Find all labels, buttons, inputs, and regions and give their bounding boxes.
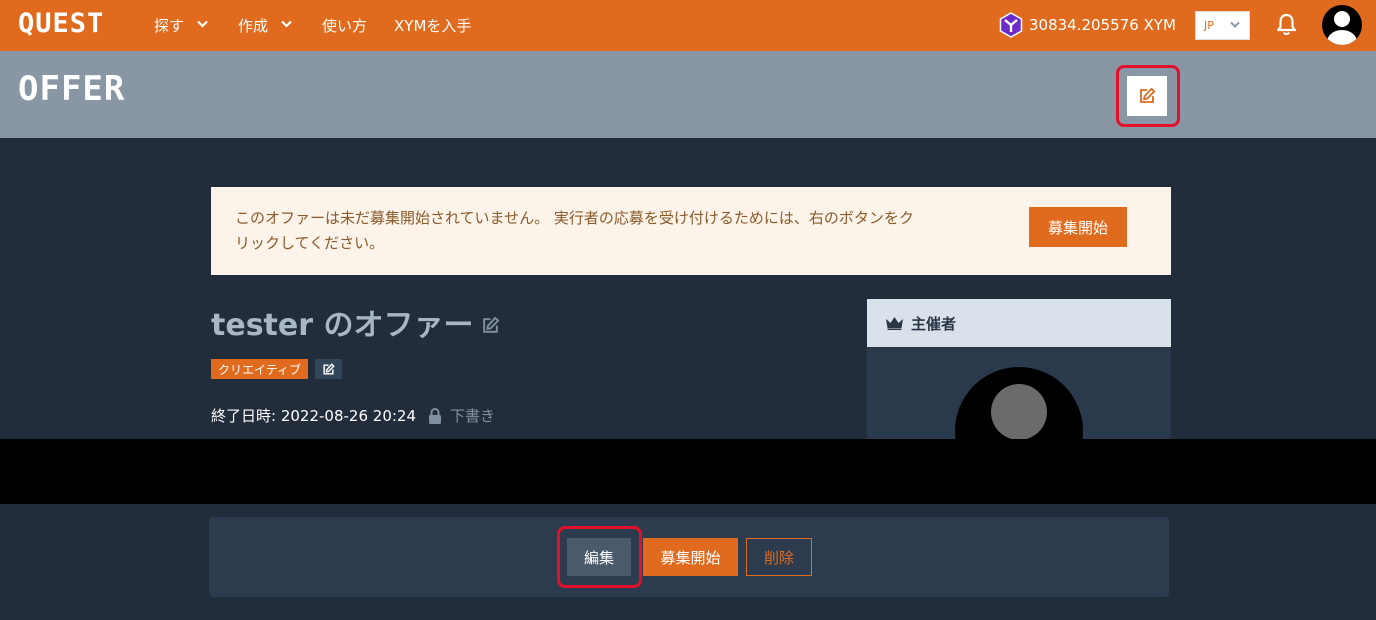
- edit-icon[interactable]: [481, 316, 500, 335]
- host-card-header: 主催者: [867, 299, 1171, 347]
- user-avatar[interactable]: [1322, 5, 1362, 45]
- offer-title: tester のオファー: [211, 308, 474, 343]
- page-title: OFFER: [18, 69, 126, 109]
- avatar-head-shape: [1334, 11, 1350, 27]
- chevron-down-icon: [1230, 21, 1240, 28]
- end-date-value: 2022-08-26 20:24: [280, 407, 417, 425]
- nav-explore-label: 探す: [154, 17, 185, 35]
- host-card: 主催者: [867, 299, 1171, 439]
- redaction-bar: [0, 439, 1376, 504]
- xym-balance[interactable]: 30834.205576 XYM: [999, 12, 1176, 38]
- crown-icon: [886, 317, 903, 330]
- bell-icon[interactable]: [1276, 13, 1297, 36]
- chevron-down-icon: [197, 20, 208, 28]
- not-started-notice: このオファーは未だ募集開始されていません。 実行者の応募を受け付けるためには、右…: [211, 187, 1171, 275]
- start-recruit-button[interactable]: 募集開始: [643, 538, 738, 576]
- nav-create-label: 作成: [238, 17, 269, 35]
- highlight-ring: [1116, 65, 1180, 127]
- host-heading: 主催者: [911, 314, 957, 333]
- lock-icon: [429, 407, 441, 424]
- language-select[interactable]: JP: [1195, 11, 1250, 40]
- language-value: JP: [1204, 19, 1214, 32]
- notice-text: このオファーは未だ募集開始されていません。 実行者の応募を受け付けるためには、右…: [235, 209, 914, 252]
- balance-value: 30834.205576 XYM: [1029, 16, 1176, 34]
- nav-explore[interactable]: 探す: [154, 15, 208, 36]
- category-edit-button[interactable]: [315, 359, 342, 379]
- host-avatar-head-shape: [991, 384, 1047, 439]
- highlight-ring: [557, 526, 642, 588]
- status-draft: 下書き: [428, 405, 495, 426]
- host-avatar[interactable]: [955, 367, 1083, 439]
- edit-icon: [323, 363, 335, 375]
- symbol-logo-icon: [999, 12, 1023, 38]
- end-date: 終了日時: 2022-08-26 20:24: [211, 405, 416, 426]
- end-date-label: 終了日時:: [211, 407, 277, 425]
- top-navbar: QUEST 探す 作成 使い方 XYMを入手 30834.205576 XYM …: [0, 0, 1376, 51]
- nav-get-xym[interactable]: XYMを入手: [394, 15, 471, 36]
- quest-logo[interactable]: QUEST: [18, 8, 104, 39]
- category-tag[interactable]: クリエイティブ: [211, 359, 309, 379]
- nav-create[interactable]: 作成: [238, 15, 292, 36]
- nav-how-to[interactable]: 使い方: [322, 15, 367, 36]
- offer-title-row: tester のオファー: [211, 300, 500, 344]
- delete-button[interactable]: 削除: [746, 538, 812, 576]
- status-text: 下書き: [450, 407, 496, 425]
- notice-start-recruit-button[interactable]: 募集開始: [1029, 207, 1127, 247]
- avatar-body-shape: [1327, 30, 1357, 45]
- chevron-down-icon: [281, 20, 292, 28]
